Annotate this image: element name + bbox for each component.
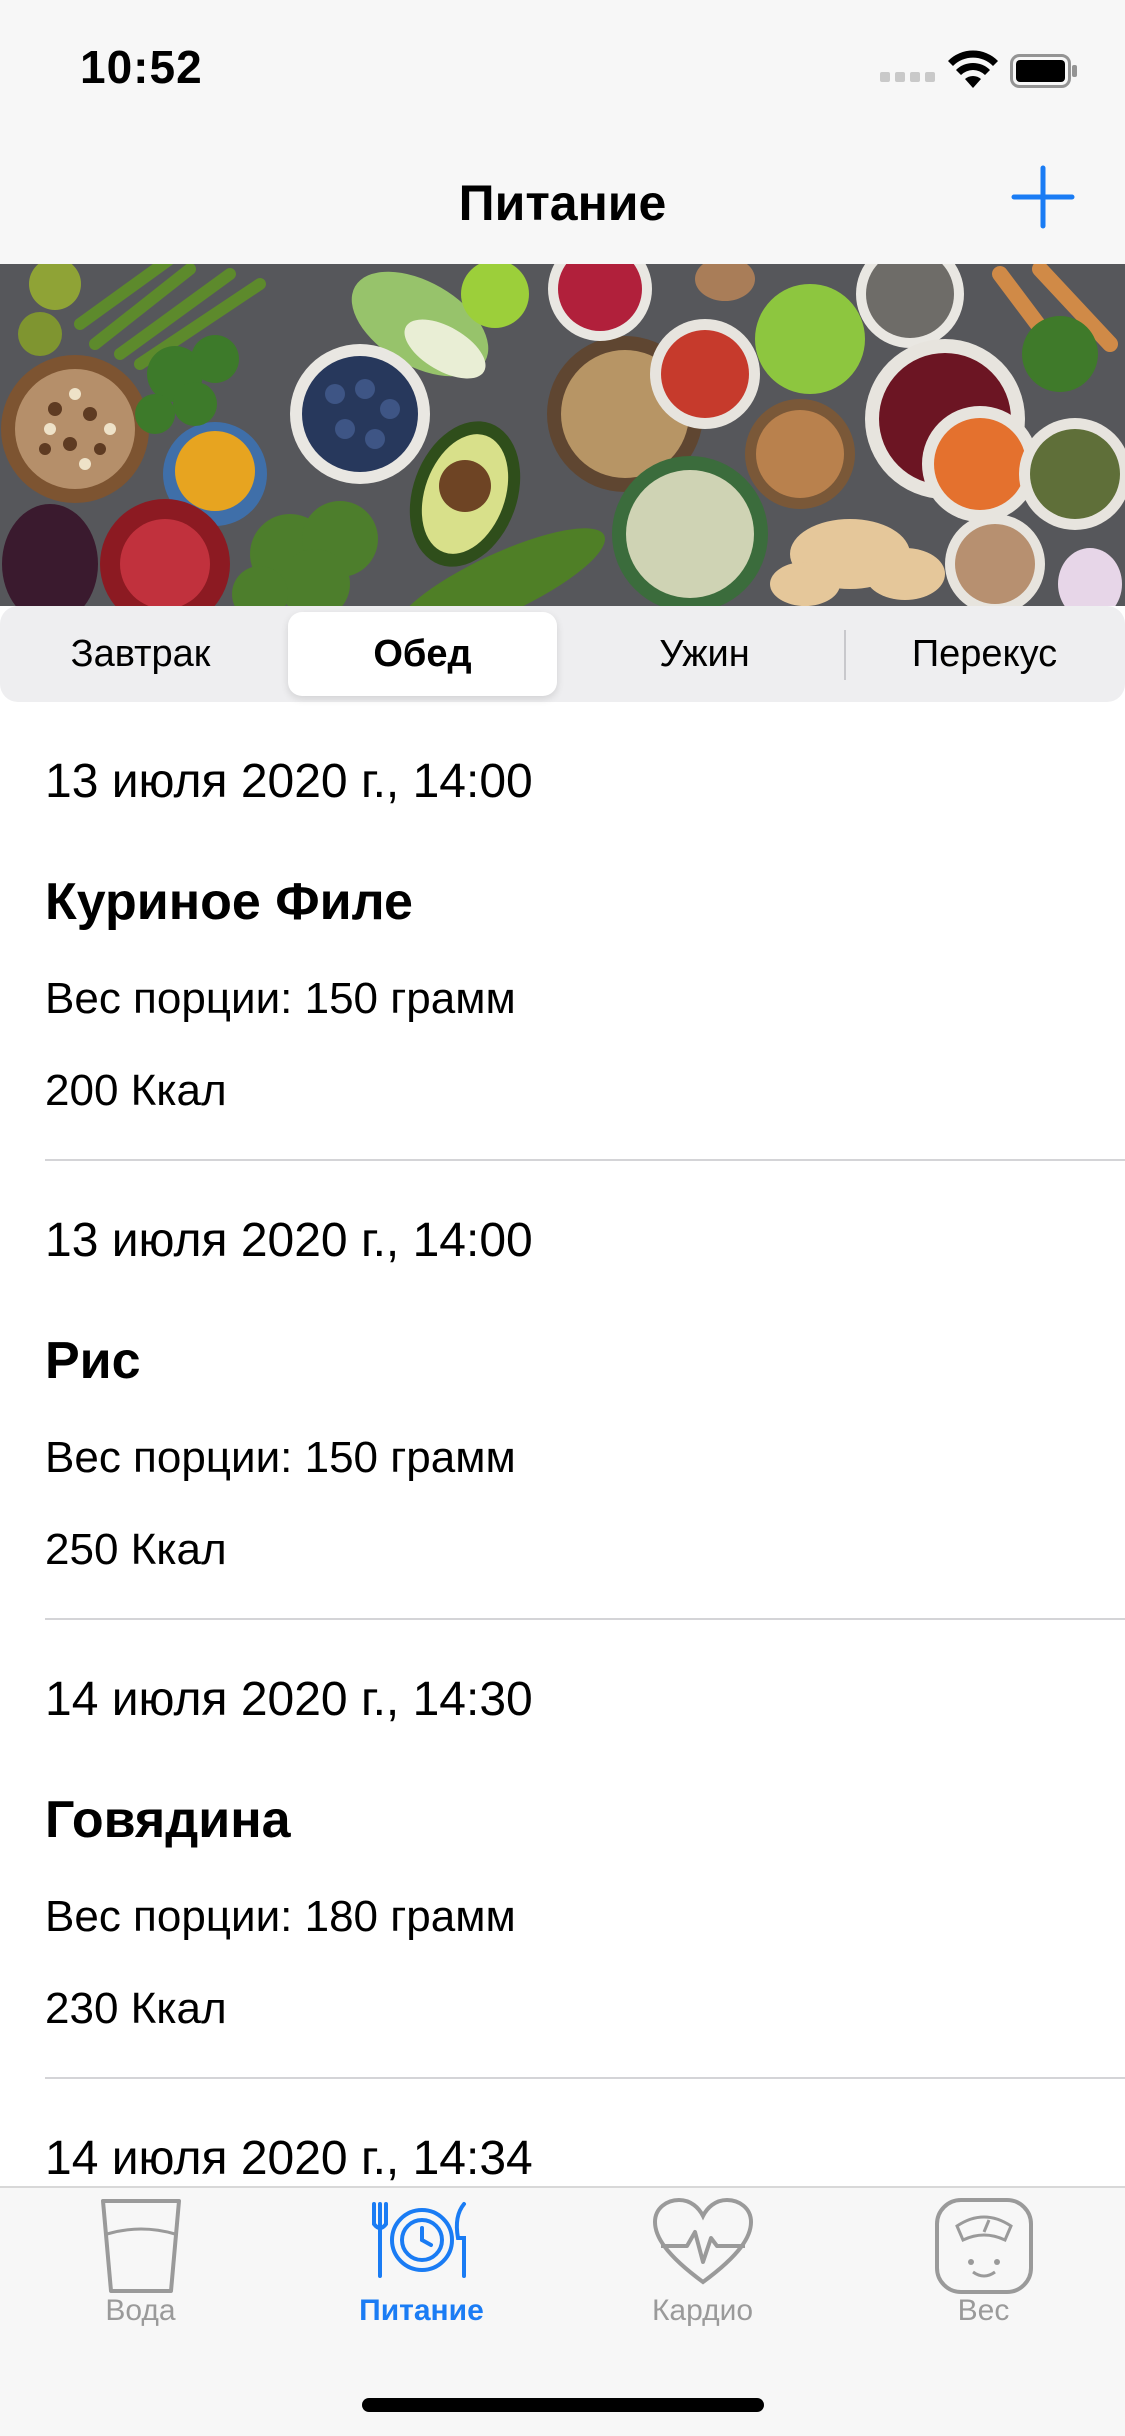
entry-calories: 230 Ккал: [45, 1984, 227, 2033]
entry-date: 14 июля 2020 г., 14:30: [45, 1673, 533, 1726]
tab-weight[interactable]: Вес: [843, 2188, 1124, 2348]
entry-name: Говядина: [45, 1791, 291, 1849]
tab-label: Кардио: [651, 2294, 754, 2327]
page-title: Питание: [458, 175, 667, 231]
tab-cardio[interactable]: Кардио: [562, 2188, 843, 2348]
screen: 10:52 Питание Завтрак Обед Ужин Перекус …: [0, 0, 1125, 2436]
segment-divider: [844, 630, 846, 680]
plus-icon[interactable]: [1010, 164, 1076, 230]
tab-label: Вес: [957, 2294, 1010, 2327]
water-glass-icon: [100, 2199, 181, 2293]
tab-label: Вода: [105, 2294, 176, 2327]
entry-name: Куриное Филе: [45, 873, 413, 931]
status-time: 10:52: [80, 41, 203, 93]
entry-calories: 200 Ккал: [45, 1066, 227, 1115]
meal-segmented-control: Завтрак Обед Ужин Перекус: [0, 606, 1125, 702]
entry-date: 14 июля 2020 г., 14:34: [45, 2132, 533, 2185]
cellular-signal-icon: [880, 72, 936, 86]
tab-label: Питание: [359, 2294, 484, 2327]
tab-water[interactable]: Вода: [0, 2188, 281, 2348]
hero-food-image: [0, 264, 1125, 606]
list-item[interactable]: 14 июля 2020 г., 14:30 Говядина Вес порц…: [0, 1620, 1125, 2079]
battery-icon: [1010, 54, 1077, 88]
segment-breakfast[interactable]: Завтрак: [6, 612, 275, 696]
status-bar: 10:52: [0, 0, 1125, 132]
entry-date: 13 июля 2020 г., 14:00: [45, 1214, 533, 1267]
segment-track: Завтрак Обед Ужин Перекус: [0, 606, 1125, 702]
navigation-bar: Питание: [0, 132, 1125, 264]
entry-weight: Вес порции: 180 грамм: [45, 1892, 516, 1941]
wifi-icon: [948, 50, 998, 88]
segment-lunch[interactable]: Обед: [288, 612, 557, 696]
segment-dinner[interactable]: Ужин: [570, 612, 839, 696]
entry-weight: Вес порции: 150 грамм: [45, 974, 516, 1023]
plate-clock-icon: [371, 2202, 466, 2278]
home-indicator[interactable]: [362, 2398, 764, 2412]
segment-snack[interactable]: Перекус: [850, 612, 1119, 696]
entry-calories: 250 Ккал: [45, 1525, 227, 1574]
list-item[interactable]: 13 июля 2020 г., 14:00 Рис Вес порции: 1…: [0, 1161, 1125, 1620]
tab-nutrition[interactable]: Питание: [281, 2188, 562, 2348]
scale-icon: [934, 2198, 1033, 2294]
entry-weight: Вес порции: 150 грамм: [45, 1433, 516, 1482]
meal-list: 13 июля 2020 г., 14:00 Куриное Филе Вес …: [0, 702, 1125, 2436]
entry-date: 13 июля 2020 г., 14:00: [45, 755, 533, 808]
entry-name: Рис: [45, 1332, 141, 1390]
heart-pulse-icon: [652, 2197, 753, 2285]
list-item[interactable]: 13 июля 2020 г., 14:00 Куриное Филе Вес …: [0, 702, 1125, 1161]
